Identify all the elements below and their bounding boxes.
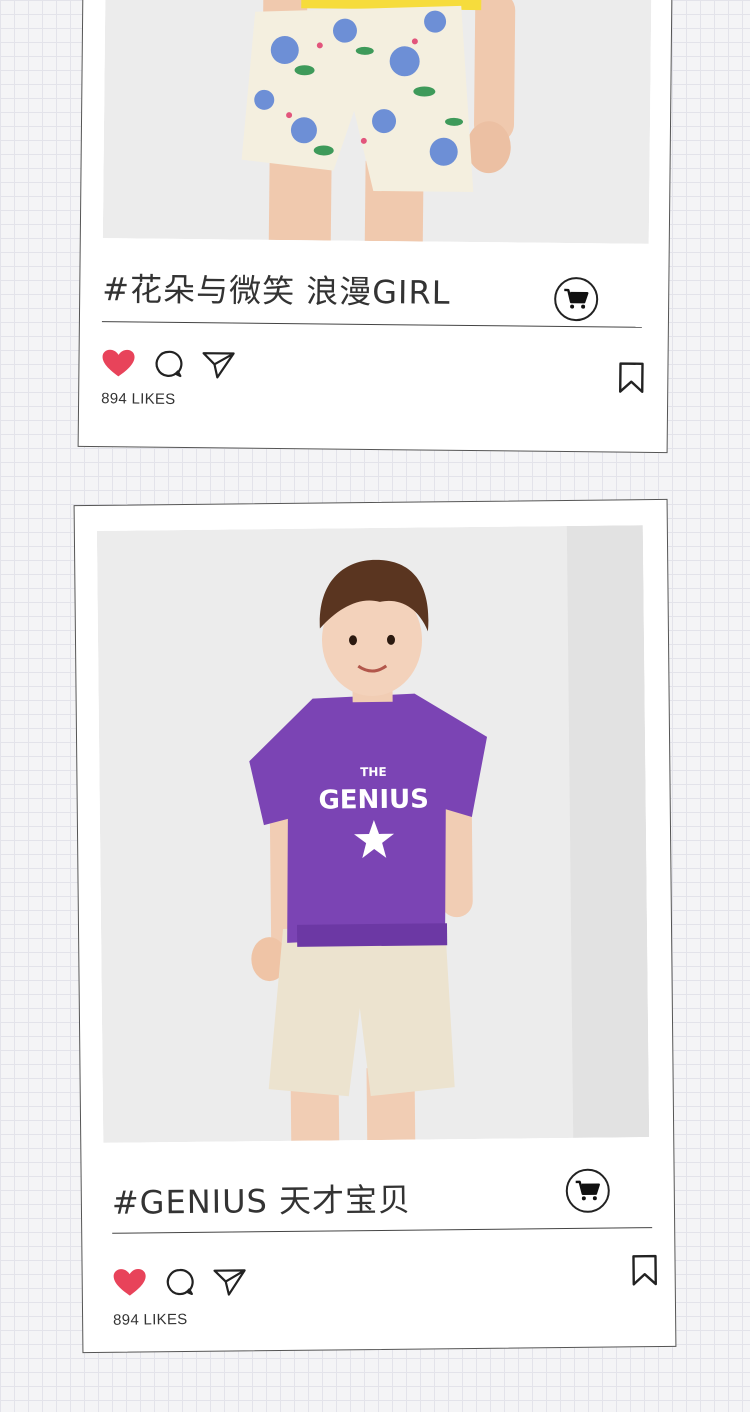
likes-count: 894 LIKES: [101, 390, 176, 408]
heart-icon[interactable]: [101, 348, 135, 378]
svg-text:THE: THE: [360, 765, 387, 779]
comment-icon[interactable]: [153, 349, 183, 379]
post-caption: #GENIUS 天才宝贝: [111, 1180, 412, 1222]
post-card-1: #花朵与微笑 浪漫GIRL 894 LIKES: [77, 0, 673, 454]
product-photo[interactable]: THE GENIUS: [96, 525, 650, 1143]
add-to-cart-button[interactable]: [565, 1168, 611, 1214]
share-icon[interactable]: [213, 1266, 247, 1296]
divider: [112, 1227, 653, 1234]
post-caption: #花朵与微笑 浪漫GIRL: [102, 270, 451, 312]
boy-purple-tshirt-photo: THE GENIUS: [96, 525, 650, 1143]
heart-icon[interactable]: [113, 1267, 147, 1297]
bookmark-icon[interactable]: [617, 362, 645, 394]
divider: [101, 321, 642, 328]
likes-count: 894 LIKES: [113, 1310, 188, 1329]
add-to-cart-button[interactable]: [553, 276, 599, 322]
post-card-2: THE GENIUS #GENIUS 天才宝贝 894 LIKES: [73, 498, 677, 1354]
floral-shorts-photo: [102, 0, 652, 244]
share-icon[interactable]: [201, 349, 235, 379]
product-photo[interactable]: [102, 0, 652, 244]
bookmark-icon[interactable]: [630, 1254, 658, 1286]
cart-icon: [564, 288, 589, 309]
action-bar: [101, 348, 235, 379]
cart-icon: [575, 1180, 600, 1201]
svg-text:GENIUS: GENIUS: [318, 784, 429, 815]
action-bar: [113, 1266, 247, 1297]
comment-icon[interactable]: [165, 1267, 195, 1297]
